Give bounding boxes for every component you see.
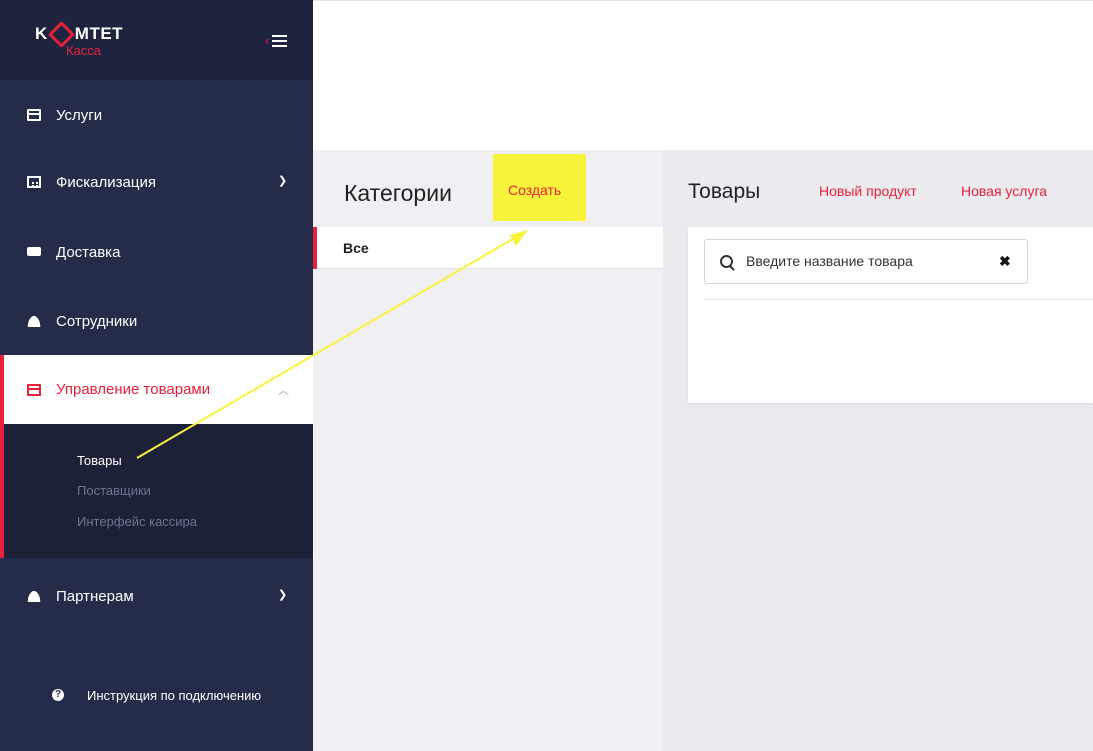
- submenu-item-suppliers[interactable]: Поставщики: [77, 483, 151, 498]
- categories-title: Категории: [344, 180, 452, 206]
- nav-item-partners[interactable]: Партнерам ❯: [0, 566, 313, 626]
- new-product-button[interactable]: Новый продукт: [819, 183, 917, 199]
- submenu: Товары Поставщики Интерфейс кассира: [0, 424, 313, 558]
- chevron-up-icon: ︿: [278, 385, 289, 397]
- nav-item-label: Управление товарами: [56, 381, 211, 398]
- active-indicator: [0, 355, 4, 558]
- category-label: Все: [343, 240, 369, 256]
- goods-card: ✖: [688, 227, 1093, 403]
- clear-search-icon[interactable]: ✖: [999, 253, 1011, 270]
- logo-bar: K MTET Касса ‹: [0, 0, 313, 80]
- new-service-button[interactable]: Новая услуга: [961, 183, 1047, 199]
- nav-item-delivery[interactable]: Доставка: [0, 222, 313, 282]
- komtet-logo[interactable]: K MTET Касса: [35, 20, 123, 58]
- question-icon: ?: [52, 689, 64, 701]
- categories-panel: Категории Создать Все: [313, 150, 663, 751]
- nav-item-label: Доставка: [56, 243, 121, 261]
- truck-icon: [27, 246, 41, 256]
- category-row-all[interactable]: Все: [313, 227, 663, 269]
- collapse-sidebar-button[interactable]: ‹: [265, 33, 288, 48]
- nav-item-label: Партнерам: [56, 587, 134, 605]
- submenu-item-products[interactable]: Товары: [77, 453, 122, 468]
- nav-item-label: Услуги: [56, 106, 103, 124]
- sidebar: K MTET Касса ‹ Услуги Фискализация ❯ Дост…: [0, 0, 313, 751]
- calculator-icon: [27, 176, 41, 188]
- search-icon: [720, 255, 733, 268]
- nav-item-product-management[interactable]: Управление товарами ︿: [0, 355, 313, 424]
- category-active-indicator: [313, 227, 317, 269]
- help-link[interactable]: ? Инструкция по подключению: [0, 680, 313, 710]
- create-category-button[interactable]: Создать: [508, 182, 561, 198]
- nav-item-label: Фискализация: [56, 173, 156, 191]
- submenu-item-cashier-interface[interactable]: Интерфейс кассира: [77, 514, 197, 529]
- top-header: [313, 0, 1093, 150]
- chevron-down-icon: ❯: [278, 589, 288, 601]
- users-icon: [27, 590, 41, 602]
- nav-item-employees[interactable]: Сотрудники: [0, 291, 313, 351]
- goods-panel: Товары Новый продукт Новая услуга ✖: [663, 150, 1093, 751]
- help-label: Инструкция по подключению: [87, 687, 262, 703]
- goods-title: Товары: [688, 180, 761, 203]
- search-box[interactable]: ✖: [704, 239, 1028, 284]
- logo-subtitle: Касса: [66, 43, 102, 58]
- chevron-left-icon: ‹: [265, 33, 270, 48]
- users-icon: [27, 315, 41, 327]
- search-input[interactable]: [744, 252, 988, 270]
- divider: [704, 299, 1093, 300]
- nav-item-label: Сотрудники: [56, 312, 138, 330]
- nav-item-services[interactable]: Услуги: [0, 85, 313, 145]
- nav-item-fiscalization[interactable]: Фискализация ❯: [0, 152, 313, 212]
- chevron-down-icon: ❯: [278, 175, 288, 187]
- card-icon: [27, 383, 41, 396]
- menu-icon: [272, 34, 288, 47]
- card-icon: [27, 109, 41, 121]
